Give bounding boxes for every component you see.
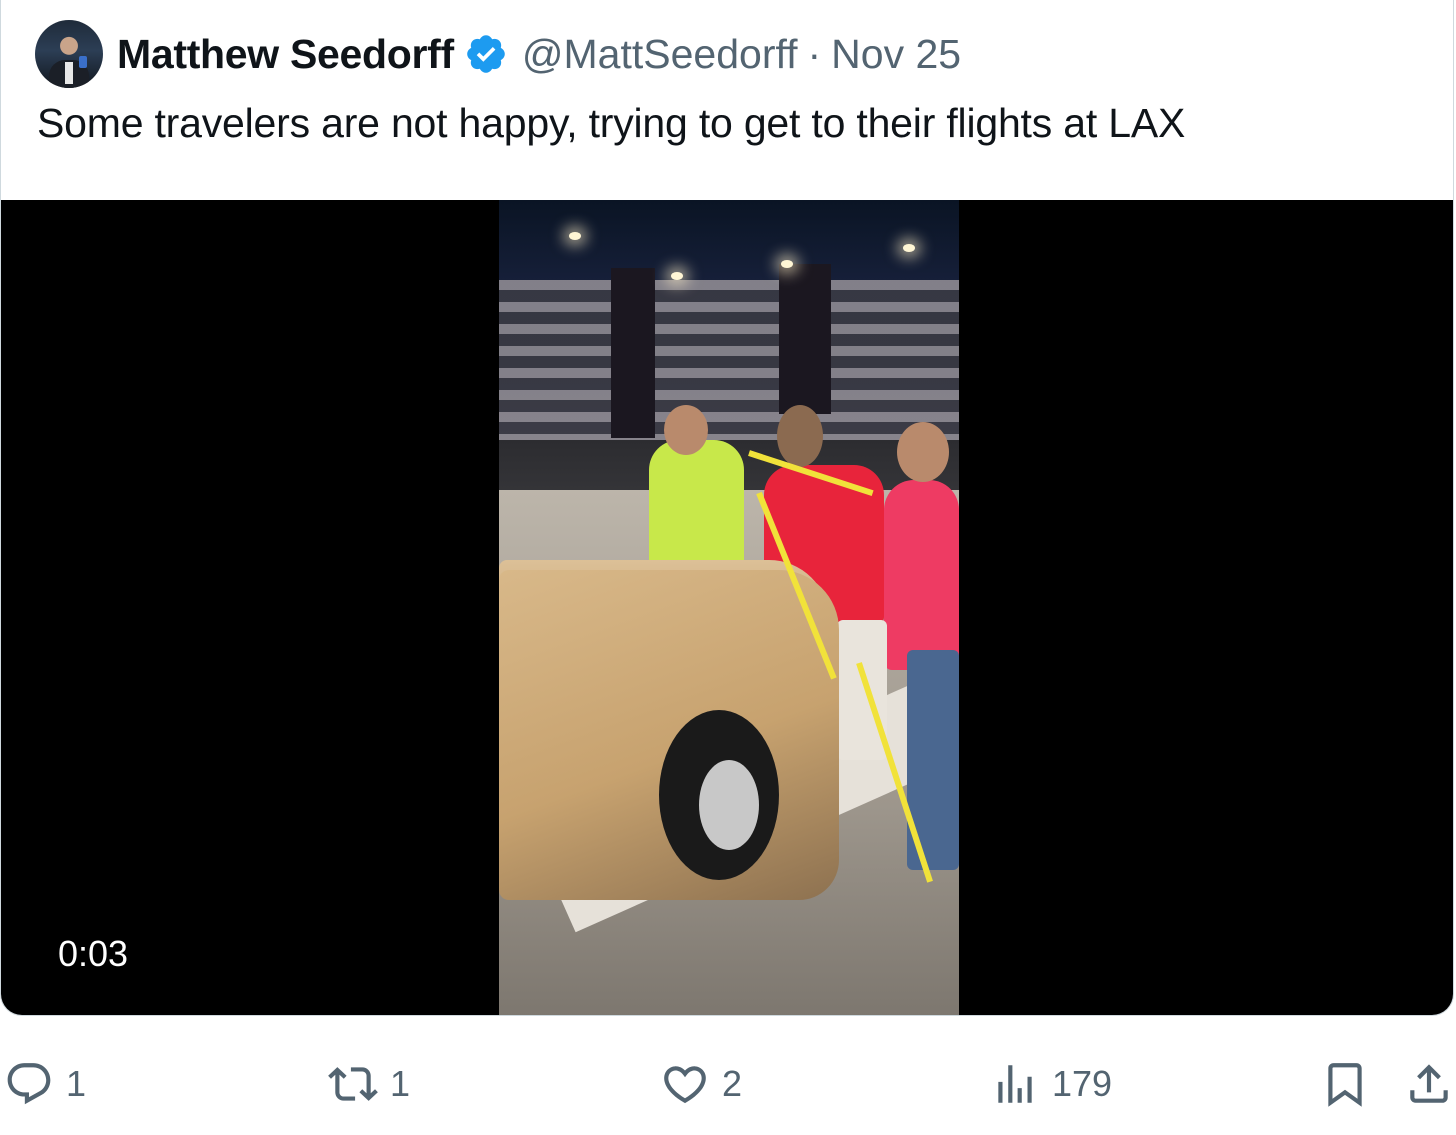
tweet-header: Matthew Seedorff @MattSeedorff · Nov 25 …	[1, 0, 1453, 200]
video-street-lamp	[671, 272, 683, 280]
video-person-head	[897, 422, 949, 482]
video-pillar	[611, 268, 655, 438]
video-timestamp: 0:03	[58, 933, 129, 974]
author-row: Matthew Seedorff @MattSeedorff · Nov 25	[117, 28, 961, 80]
video-car	[499, 570, 839, 900]
views-icon	[998, 1065, 1032, 1103]
video-pillar	[779, 264, 831, 414]
avatar[interactable]	[35, 20, 103, 88]
bookmark-icon	[1328, 1063, 1362, 1107]
video-parking-garage	[499, 280, 959, 440]
video-person-pink	[884, 480, 959, 670]
video-person-head	[777, 405, 823, 467]
retweet-count: 1	[390, 1063, 411, 1104]
reply-icon	[7, 1063, 51, 1105]
like-count: 2	[722, 1063, 743, 1104]
video-person-pants	[837, 620, 887, 760]
video-person-head	[664, 405, 708, 455]
views-count: 179	[1052, 1063, 1113, 1104]
tweet-text: Some travelers are not happy, trying to …	[37, 100, 1186, 146]
share-icon	[1410, 1064, 1448, 1103]
views-button[interactable]: 179	[990, 1058, 1112, 1110]
heart-icon	[664, 1066, 706, 1104]
share-button[interactable]	[1404, 1058, 1454, 1110]
video-street-lamp	[569, 232, 581, 240]
like-button[interactable]: 2	[660, 1058, 742, 1110]
video-frame	[499, 200, 959, 1015]
author-handle[interactable]: @MattSeedorff	[522, 31, 798, 78]
verified-badge-icon	[467, 35, 505, 73]
video-street-lamp	[903, 244, 915, 252]
separator-dot: ·	[807, 30, 822, 77]
avatar-shirt	[65, 62, 73, 84]
video-car-hubcap	[699, 760, 759, 850]
reply-count: 1	[66, 1063, 87, 1104]
avatar-microphone	[79, 56, 87, 68]
bookmark-button[interactable]	[1320, 1058, 1370, 1110]
tweet-card[interactable]: Matthew Seedorff @MattSeedorff · Nov 25 …	[0, 0, 1454, 1016]
tweet-video[interactable]: 0:03	[1, 200, 1453, 1015]
author-display-name[interactable]: Matthew Seedorff	[117, 31, 454, 78]
tweet-actions: 1 1 2 179	[0, 1040, 1456, 1130]
tweet-date[interactable]: Nov 25	[831, 31, 961, 78]
retweet-button[interactable]: 1	[328, 1058, 410, 1110]
reply-button[interactable]: 1	[4, 1058, 86, 1110]
video-street-lamp	[781, 260, 793, 268]
retweet-icon	[328, 1067, 378, 1101]
